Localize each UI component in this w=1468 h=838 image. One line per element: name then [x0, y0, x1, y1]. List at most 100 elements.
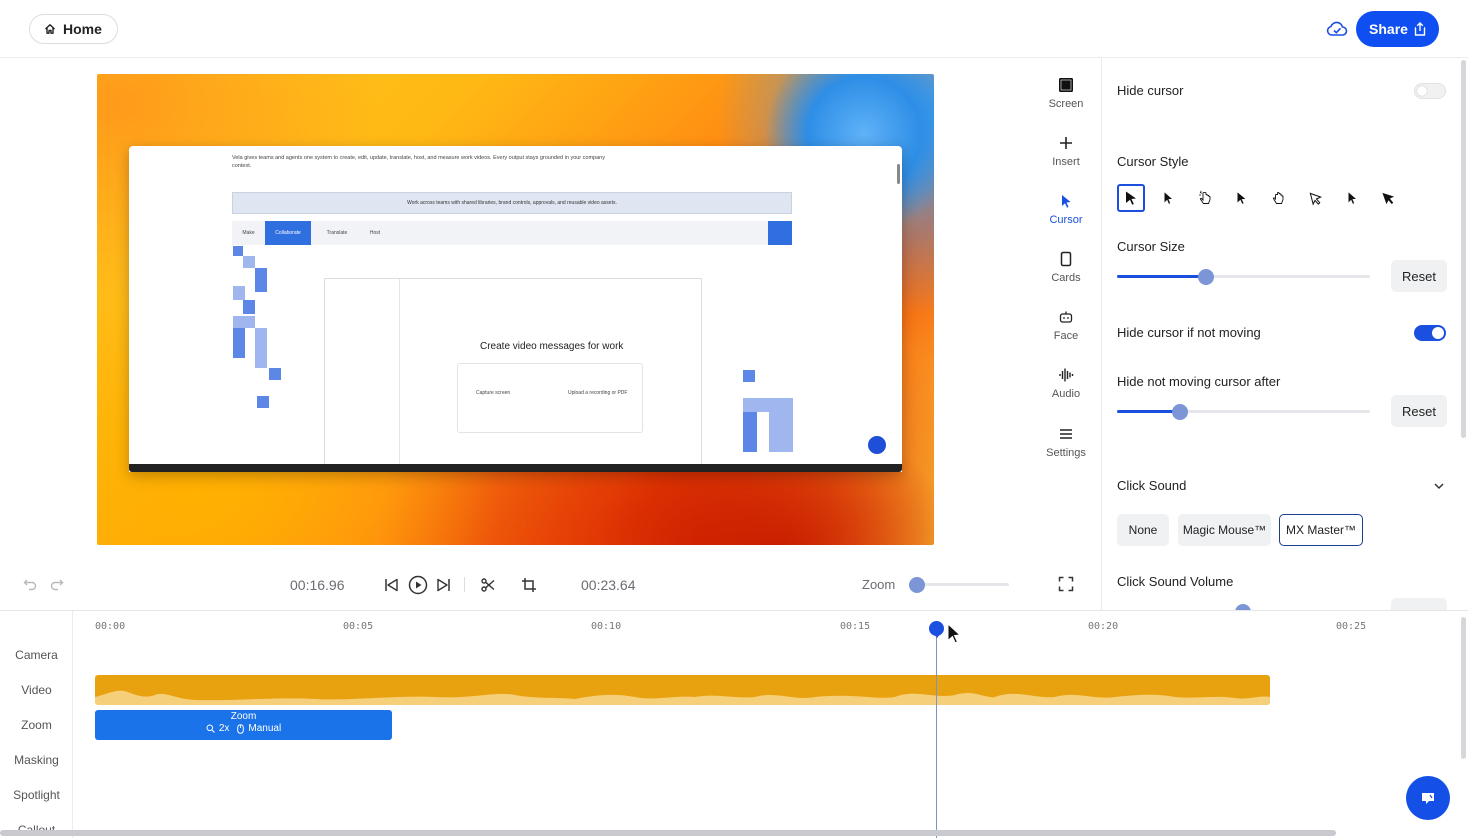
cursor-style-option-2[interactable] — [1154, 184, 1182, 212]
hide-cursor-label: Hide cursor — [1117, 83, 1184, 98]
recorded-scrollbar — [897, 164, 900, 184]
cloud-check-icon[interactable] — [1326, 19, 1348, 39]
track-label-video: Video — [21, 683, 52, 697]
click-sound-magic-mouse-button[interactable]: Magic Mouse™ — [1178, 514, 1271, 546]
recorded-window-frame — [129, 464, 902, 472]
hide-cursor-toggle[interactable] — [1414, 83, 1446, 99]
cursor-style-label: Cursor Style — [1117, 154, 1189, 169]
cursor-size-reset-button[interactable]: Reset — [1391, 260, 1447, 292]
pixel-art — [769, 412, 793, 452]
recorded-tabs: Make Collaborate Translate Host — [232, 221, 792, 245]
cursor-icon — [1062, 195, 1071, 208]
chevron-down-icon[interactable] — [1434, 482, 1444, 490]
click-sound-none-button[interactable]: None — [1117, 514, 1169, 546]
hide-if-not-moving-label: Hide cursor if not moving — [1117, 325, 1261, 340]
cursor-size-slider[interactable] — [1117, 269, 1370, 285]
pixel-art — [243, 256, 255, 268]
timeline[interactable]: Camera Video Zoom Masking Spotlight Call… — [0, 610, 1468, 838]
undo-icon[interactable] — [23, 577, 37, 591]
cursor-style-option-7[interactable] — [1338, 184, 1366, 212]
scissors-icon[interactable] — [480, 577, 496, 593]
timeline-vertical-scrollbar[interactable] — [1461, 617, 1466, 759]
chat-support-button[interactable] — [1406, 776, 1450, 820]
home-button[interactable]: Home — [29, 14, 118, 44]
track-label-spotlight: Spotlight — [13, 788, 60, 802]
video-clip[interactable] — [95, 675, 1270, 705]
click-sound-mx-master-button[interactable]: MX Master™ — [1279, 514, 1363, 546]
cursor-style-option-8[interactable] — [1374, 184, 1402, 212]
skip-back-icon[interactable] — [383, 577, 399, 593]
screen-icon — [1059, 78, 1073, 92]
timeline-horizontal-scrollbar[interactable] — [0, 830, 1336, 836]
zoom-clip-title: Zoom — [230, 711, 257, 722]
share-button[interactable]: Share — [1356, 11, 1439, 47]
pixel-art — [743, 412, 757, 452]
recorded-card-left: Capture screen — [476, 390, 511, 396]
audio-icon — [1059, 368, 1074, 382]
track-label-masking: Masking — [14, 753, 59, 767]
pixel-art — [233, 316, 255, 328]
crop-icon[interactable] — [521, 577, 537, 593]
rail-screen-label: Screen — [1048, 98, 1084, 110]
settings-scrollbar[interactable] — [1461, 60, 1466, 438]
hide-after-slider[interactable] — [1117, 404, 1370, 420]
rail-audio-label: Audio — [1051, 388, 1081, 400]
cursor-style-option-1[interactable] — [1117, 184, 1145, 212]
rail-settings[interactable]: Settings — [1036, 426, 1096, 459]
playhead-handle[interactable] — [929, 621, 944, 638]
cursor-style-option-3[interactable] — [1191, 184, 1219, 212]
cursor-arrow-sharp-icon — [1237, 192, 1246, 204]
toggle-knob — [1432, 327, 1444, 339]
rail-face[interactable]: Face — [1036, 309, 1096, 342]
pixel-art — [233, 246, 243, 256]
click-sound-label: Click Sound — [1117, 478, 1187, 493]
zoom-slider[interactable] — [909, 577, 1009, 593]
timeline-tick: 00:00 — [95, 621, 126, 632]
timeline-tick: 00:05 — [343, 621, 374, 632]
face-icon — [1059, 311, 1073, 323]
cursor-style-option-6[interactable] — [1301, 184, 1329, 212]
zoom-slider-handle[interactable] — [909, 577, 925, 593]
recorded-cards: Capture screen Upload a recording or PDF — [457, 363, 643, 433]
rail-cursor[interactable]: Cursor — [1036, 193, 1096, 226]
zoom-clip-level: 2x — [218, 723, 230, 734]
timeline-tick: 00:15 — [840, 621, 871, 632]
recorded-app-sidebar — [325, 279, 400, 469]
click-sound-volume-reset-button[interactable] — [1391, 598, 1447, 610]
cursor-arrow-small-icon — [1348, 192, 1356, 204]
cursor-settings-panel: Hide cursor Cursor Style Cursor Size Res… — [1101, 58, 1468, 610]
share-label: Share — [1369, 21, 1408, 37]
video-preview[interactable]: Vela gives teams and agents one system t… — [97, 74, 934, 545]
hide-after-slider-handle[interactable] — [1172, 404, 1189, 420]
playhead-line — [936, 629, 937, 838]
fullscreen-icon[interactable] — [1058, 576, 1074, 592]
mouse-icon — [237, 723, 245, 734]
zoom-clip[interactable]: Zoom 2x Manual — [95, 710, 392, 740]
skip-forward-icon[interactable] — [436, 577, 452, 593]
pixel-art — [243, 300, 255, 314]
cursor-style-option-4[interactable] — [1227, 184, 1255, 212]
timeline-tick: 00:25 — [1336, 621, 1367, 632]
home-icon — [45, 24, 55, 34]
zoom-label: Zoom — [862, 577, 896, 592]
rail-screen[interactable]: Screen — [1036, 77, 1096, 110]
cursor-hand-icon — [1199, 190, 1211, 204]
hide-after-reset-button[interactable]: Reset — [1391, 395, 1447, 427]
audio-waveform — [95, 690, 1270, 705]
share-icon — [1414, 22, 1426, 36]
cursor-size-slider-handle[interactable] — [1197, 269, 1214, 285]
recorded-tab: Translate — [326, 230, 348, 236]
recorded-tab-button — [768, 221, 792, 245]
recorded-app-panel: Create video messages for work Capture s… — [324, 278, 702, 469]
hide-if-not-moving-toggle[interactable] — [1414, 325, 1446, 341]
redo-icon[interactable] — [50, 577, 64, 591]
rail-cards[interactable]: Cards — [1036, 251, 1096, 284]
play-icon[interactable] — [408, 575, 428, 595]
rail-insert[interactable]: Insert — [1036, 135, 1096, 168]
rail-cursor-label: Cursor — [1049, 214, 1083, 226]
pixel-art — [269, 368, 281, 380]
recorded-tab-active: Collaborate — [265, 221, 311, 245]
cursor-style-option-5[interactable] — [1264, 184, 1292, 212]
zoom-clip-mode: Manual — [248, 723, 282, 734]
rail-audio[interactable]: Audio — [1036, 367, 1096, 400]
